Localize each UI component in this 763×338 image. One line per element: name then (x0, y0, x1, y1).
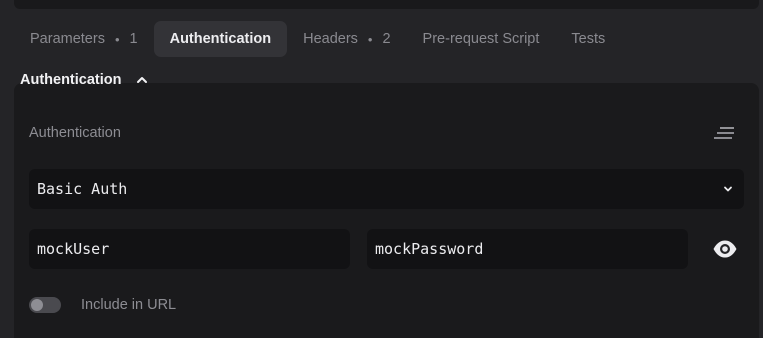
tab-parameters-label: Parameters (30, 31, 105, 47)
tab-parameters-count: 1 (129, 31, 138, 47)
username-input[interactable] (29, 229, 350, 269)
tab-pre-request-script[interactable]: Pre-request Script (407, 21, 556, 57)
eye-icon[interactable] (712, 238, 738, 260)
tab-headers-count: 2 (382, 31, 391, 47)
tab-authentication[interactable]: Authentication (153, 21, 288, 57)
auth-type-value: Basic Auth (37, 180, 128, 198)
auth-type-label: Authentication (29, 125, 121, 141)
tab-headers-label: Headers (303, 31, 358, 47)
section-title: Authentication (20, 72, 122, 88)
request-tabs: Parameters • 1 Authentication Headers • … (14, 21, 621, 57)
password-input[interactable] (367, 229, 688, 269)
tab-headers-dot: • (367, 31, 373, 47)
tab-parameters-dot: • (114, 31, 120, 47)
tab-headers[interactable]: Headers • 2 (287, 21, 406, 57)
auth-type-select[interactable]: Basic Auth (29, 169, 744, 209)
tab-parameters[interactable]: Parameters • 1 (14, 21, 154, 57)
tab-pre-request-script-label: Pre-request Script (422, 31, 540, 47)
tab-authentication-label: Authentication (169, 31, 272, 47)
section-header-toggle[interactable]: Authentication (20, 70, 148, 90)
chevron-down-icon (724, 186, 732, 192)
chevron-up-icon (136, 77, 147, 83)
tab-tests[interactable]: Tests (555, 21, 621, 57)
toggle-knob (31, 299, 43, 311)
top-strip (14, 0, 759, 9)
tab-tests-label: Tests (571, 31, 606, 47)
include-in-url-label: Include in URL (81, 297, 177, 313)
include-in-url-toggle[interactable] (29, 297, 61, 313)
lines-menu-icon[interactable] (714, 126, 736, 140)
